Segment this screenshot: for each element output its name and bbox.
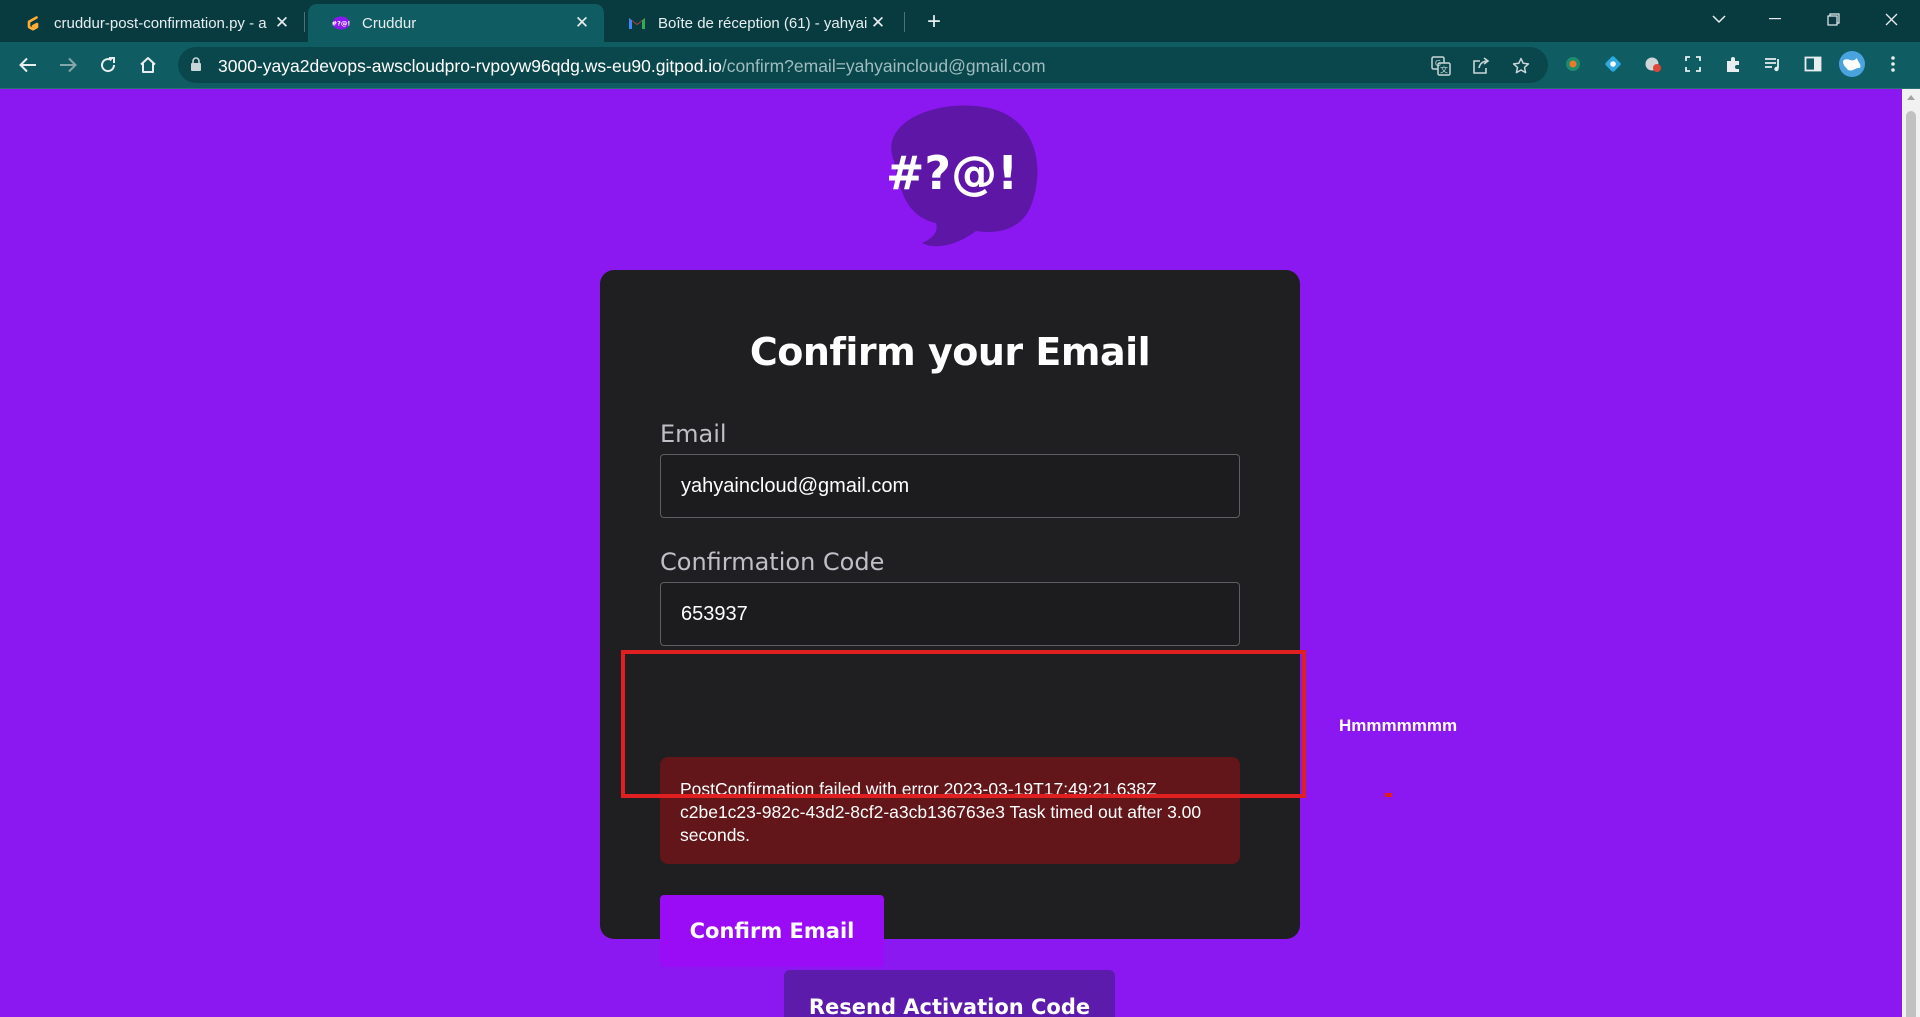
extension-lens-icon[interactable] — [1562, 53, 1584, 75]
annotation-mark — [1385, 793, 1392, 797]
tab-gitpod[interactable]: cruddur-post-confirmation.py - a ✕ — [0, 4, 304, 42]
svg-text:G: G — [1435, 59, 1441, 68]
close-tab-icon[interactable]: ✕ — [572, 13, 592, 33]
confirm-card: Confirm your Email Email Confirmation Co… — [600, 270, 1300, 967]
extension-badge-icon[interactable] — [1642, 53, 1664, 75]
close-tab-icon[interactable]: ✕ — [272, 13, 292, 33]
side-panel-icon[interactable] — [1802, 53, 1824, 75]
extensions-puzzle-icon[interactable] — [1722, 53, 1744, 75]
tab-title: cruddur-post-confirmation.py - a — [54, 14, 267, 32]
tab-search-icon[interactable] — [1696, 0, 1742, 38]
tab-title: Boîte de réception (61) - yahyain — [658, 14, 868, 32]
email-field[interactable] — [660, 454, 1240, 518]
home-icon[interactable] — [132, 49, 164, 81]
reload-icon[interactable] — [92, 49, 124, 81]
restore-icon[interactable] — [1810, 0, 1856, 38]
translate-icon[interactable]: 文G — [1430, 55, 1452, 77]
media-playlist-icon[interactable] — [1762, 53, 1784, 75]
minimize-icon[interactable] — [1752, 0, 1798, 38]
address-bar[interactable]: 3000-yaya2devops-awscloudpro-rvpoyw96qdg… — [178, 47, 1548, 83]
tab-strip: cruddur-post-confirmation.py - a ✕ #?@! … — [0, 0, 1920, 42]
tab-separator — [304, 12, 305, 32]
url-path: /confirm?email=yahyaincloud@gmail.com — [721, 56, 1046, 76]
url-text[interactable]: 3000-yaya2devops-awscloudpro-rvpoyw96qdg… — [218, 56, 1046, 77]
extension-diamond-icon[interactable] — [1602, 53, 1624, 75]
annotation-highlight-box — [621, 650, 1306, 798]
bookmark-star-icon[interactable] — [1510, 55, 1532, 77]
close-window-icon[interactable] — [1868, 0, 1914, 38]
url-host: 3000-yaya2devops-awscloudpro-rvpoyw96qdg… — [218, 56, 722, 76]
page-title: Confirm your Email — [749, 330, 1151, 374]
close-tab-icon[interactable]: ✕ — [868, 13, 888, 33]
page-viewport: #?@! Confirm your Email Email Confirmati… — [0, 89, 1902, 1017]
logo-text: #?@! — [886, 146, 1018, 200]
gitpod-icon — [24, 14, 42, 32]
lock-icon[interactable] — [190, 57, 202, 77]
cruddur-logo: #?@! — [886, 105, 1038, 247]
tab-gmail[interactable]: Boîte de réception (61) - yahyain ✕ — [604, 4, 900, 42]
tab-cruddur[interactable]: #?@! Cruddur ✕ — [308, 4, 604, 42]
page-scrollbar[interactable] — [1902, 89, 1920, 1017]
back-icon[interactable] — [12, 49, 44, 81]
scrollbar-thumb[interactable] — [1906, 111, 1916, 1017]
resend-activation-button[interactable]: Resend Activation Code — [784, 970, 1115, 1017]
share-icon[interactable] — [1470, 55, 1492, 77]
scroll-up-icon[interactable] — [1907, 95, 1915, 100]
cruddur-icon: #?@! — [332, 14, 350, 32]
tab-title: Cruddur — [362, 14, 417, 32]
svg-text:#?@!: #?@! — [332, 20, 350, 28]
annotation-text: Hmmmmmmm — [1339, 716, 1458, 735]
profile-avatar[interactable] — [1838, 50, 1866, 78]
new-tab-button[interactable]: + — [920, 8, 948, 35]
gmail-icon — [628, 14, 646, 32]
screenshot-icon[interactable] — [1682, 53, 1704, 75]
chrome-menu-icon[interactable] — [1882, 53, 1904, 75]
confirmation-code-field[interactable] — [660, 582, 1240, 646]
email-label: Email — [660, 420, 727, 448]
svg-text:文: 文 — [1440, 65, 1448, 75]
confirm-email-button[interactable]: Confirm Email — [660, 895, 884, 967]
browser-toolbar: 3000-yaya2devops-awscloudpro-rvpoyw96qdg… — [0, 42, 1920, 88]
confirmation-code-label: Confirmation Code — [660, 548, 885, 576]
forward-icon[interactable] — [52, 49, 84, 81]
tab-separator — [904, 12, 905, 32]
